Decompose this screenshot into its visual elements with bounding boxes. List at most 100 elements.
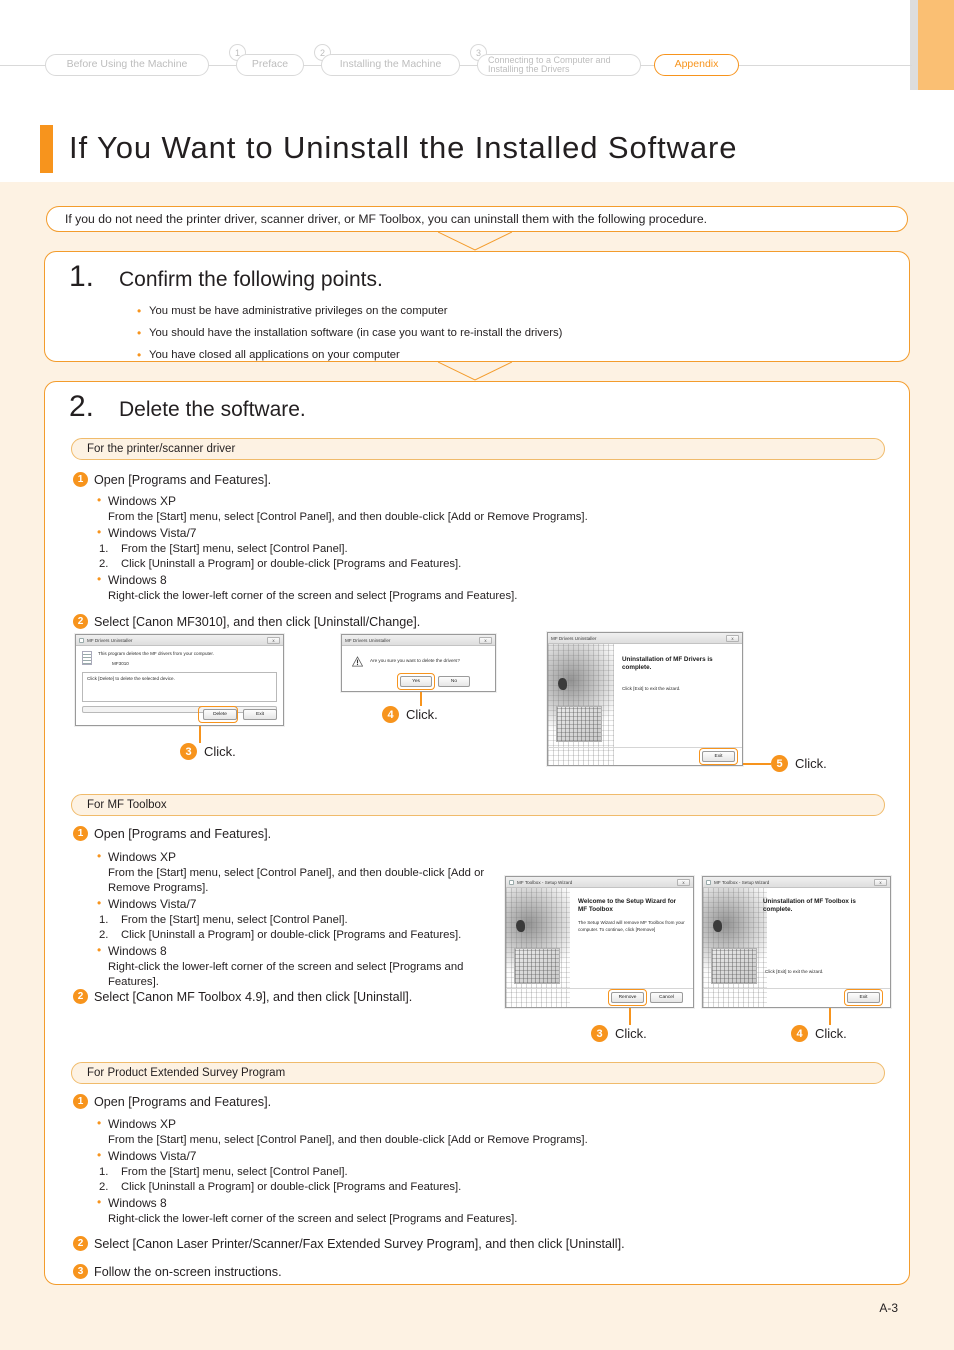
step-1-title: Confirm the following points.	[119, 268, 383, 291]
tab-label-line2: Installing the Drivers	[488, 64, 570, 74]
close-icon[interactable]: x	[479, 636, 492, 644]
os-ordered-list: 1. From the [Start] menu, select [Control…	[97, 542, 817, 572]
cancel-button[interactable]: Cancel	[650, 992, 683, 1003]
callout-4-click: 4 Click.	[382, 706, 438, 723]
dialog-textarea-text: Click [Delete] to delete the selected de…	[87, 676, 175, 682]
tab-before-using-the-machine[interactable]: Before Using the Machine	[45, 54, 209, 76]
no-button[interactable]: No	[438, 676, 470, 687]
os-ordered-list: 1. From the [Start] menu, select [Control…	[97, 913, 497, 943]
highlight-yes-button	[397, 673, 435, 690]
dialog-message: The Setup Wizard will remove MF Toolbox …	[578, 920, 685, 932]
callout-badge: 3	[591, 1025, 608, 1042]
step-item-a2: 2 Select [Canon MF3010], and then click …	[73, 614, 420, 630]
close-icon[interactable]: x	[726, 634, 739, 642]
section-header-label: For Product Extended Survey Program	[87, 1067, 286, 1079]
section-header-product-extended-survey: For Product Extended Survey Program	[71, 1062, 885, 1084]
os-body: From the [Start] menu, select [Control P…	[108, 866, 485, 894]
list-item: 1. From the [Start] menu, select [Control…	[99, 913, 497, 928]
dialog-heading: Uninstallation of MF Toolbox is complete…	[763, 898, 856, 914]
os-block-win8: Windows 8 Right-click the lower-left cor…	[97, 1195, 817, 1227]
step-item-c2: 2 Select [Canon Laser Printer/Scanner/Fa…	[73, 1236, 625, 1252]
callout-leader-t4	[829, 1008, 831, 1025]
screenshot-mf-toolbox-complete: MF Toolbox - Setup Wizard x Uninstallati…	[702, 876, 891, 1008]
step-1-number: 1.	[69, 260, 95, 293]
list-item: 2. Click [Uninstall a Program] or double-…	[99, 1180, 817, 1195]
os-instructions-a: Windows XP From the [Start] menu, select…	[97, 493, 817, 605]
tab-installing-the-machine[interactable]: Installing the Machine	[321, 54, 460, 76]
intro-callout: If you do not need the printer driver, s…	[46, 206, 908, 232]
tab-label: Preface	[251, 58, 289, 71]
dialog-message: This program deletes the MF drivers from…	[98, 651, 214, 656]
step-badge: 2	[73, 1236, 88, 1251]
device-name: MF3010	[112, 660, 129, 666]
ordinal: 2.	[99, 557, 109, 570]
artwork-blob	[713, 920, 722, 932]
list-item: You must be have administrative privileg…	[137, 304, 909, 318]
tab-connecting-to-a-computer[interactable]: Connecting to a Computer and Installing …	[477, 54, 641, 76]
tab-label: Installing the Machine	[339, 58, 442, 71]
os-ordered-list: 1. From the [Start] menu, select [Control…	[97, 1165, 817, 1195]
ordinal: 2.	[99, 928, 109, 941]
os-step: From the [Start] menu, select [Control P…	[121, 542, 348, 555]
os-block-xp: Windows XP From the [Start] menu, select…	[97, 493, 817, 525]
warning-icon	[352, 656, 363, 667]
callout-5-click: 5 Click.	[771, 755, 827, 772]
step-badge: 1	[73, 472, 88, 487]
close-icon[interactable]: x	[874, 878, 887, 886]
page-number: A-3	[879, 1301, 898, 1315]
list-item: 2. Click [Uninstall a Program] or double-…	[99, 557, 817, 572]
dialog-heading: Welcome to the Setup Wizard for MF Toolb…	[578, 898, 677, 914]
page-title: If You Want to Uninstall the Installed S…	[69, 130, 738, 165]
step-item-a1: 1 Open [Programs and Features].	[73, 472, 271, 488]
dialog-title: MF Drivers Uninstaller	[551, 635, 597, 641]
dialog-title: MF Drivers Uninstaller	[345, 637, 391, 643]
os-block-vista7: Windows Vista/7 1. From the [Start] menu,…	[97, 1148, 817, 1195]
screenshot-mf-toolbox-welcome: MF Toolbox - Setup Wizard x Welcome to t…	[505, 876, 694, 1008]
callout-leader-5	[743, 763, 771, 765]
os-step: From the [Start] menu, select [Control P…	[121, 1165, 348, 1178]
tab-appendix[interactable]: Appendix	[654, 54, 739, 76]
section-header-mf-toolbox: For MF Toolbox	[71, 794, 885, 816]
wizard-artwork	[506, 888, 570, 1007]
list-item: 1. From the [Start] menu, select [Control…	[99, 1165, 817, 1180]
step-item-b1: 1 Open [Programs and Features].	[73, 826, 271, 842]
os-block-xp: Windows XP From the [Start] menu, select…	[97, 849, 497, 896]
os-name: Windows XP	[97, 849, 497, 866]
callout-toolbox-3-click: 3 Click.	[591, 1025, 647, 1042]
step-item-label: Follow the on-screen instructions.	[94, 1265, 282, 1279]
step-item-c1: 1 Open [Programs and Features].	[73, 1094, 271, 1110]
step-item-label: Select [Canon MF Toolbox 4.9], and then …	[94, 990, 413, 1004]
close-icon[interactable]: x	[677, 878, 690, 886]
callout-leader-3	[199, 726, 201, 743]
dialog-titlebar: MF Toolbox - Setup Wizard x	[506, 877, 693, 888]
callout-label: Click.	[615, 1026, 647, 1041]
os-body: From the [Start] menu, select [Control P…	[108, 1133, 588, 1146]
os-name: Windows Vista/7	[97, 1148, 817, 1165]
step-1-bullet-list: You must be have administrative privileg…	[137, 304, 909, 362]
os-name: Windows 8	[97, 572, 817, 589]
screenshot-confirm-delete-drivers: MF Drivers Uninstaller x Are you sure yo…	[341, 634, 496, 692]
ordinal: 1.	[99, 913, 109, 926]
callout-leader-t3	[629, 1008, 631, 1025]
step-badge: 1	[73, 1094, 88, 1109]
exit-button[interactable]: Exit	[243, 709, 277, 720]
step-item-label: Open [Programs and Features].	[94, 827, 272, 841]
section-header-label: For the printer/scanner driver	[87, 443, 236, 455]
step-2-header: 2. Delete the software.	[45, 382, 909, 422]
step-item-label: Open [Programs and Features].	[94, 473, 272, 487]
callout-label: Click.	[204, 744, 236, 759]
callout-badge: 5	[771, 755, 788, 772]
close-icon[interactable]: x	[267, 636, 280, 644]
connector-arrow-1	[438, 232, 512, 251]
artwork-blob	[516, 920, 525, 932]
dialog-heading: Uninstallation of MF Drivers is complete…	[622, 656, 713, 672]
tab-label: Before Using the Machine	[66, 58, 188, 71]
callout-leader-4	[420, 692, 422, 706]
tab-preface[interactable]: Preface	[236, 54, 304, 76]
step-item-label: Open [Programs and Features].	[94, 1095, 272, 1109]
os-body: Right-click the lower-left corner of the…	[108, 960, 464, 988]
title-accent-bar	[40, 125, 53, 173]
app-icon	[79, 637, 84, 643]
wizard-artwork	[703, 888, 767, 1007]
breadcrumb: Before Using the Machine 1 Preface 2 Ins…	[0, 44, 912, 84]
